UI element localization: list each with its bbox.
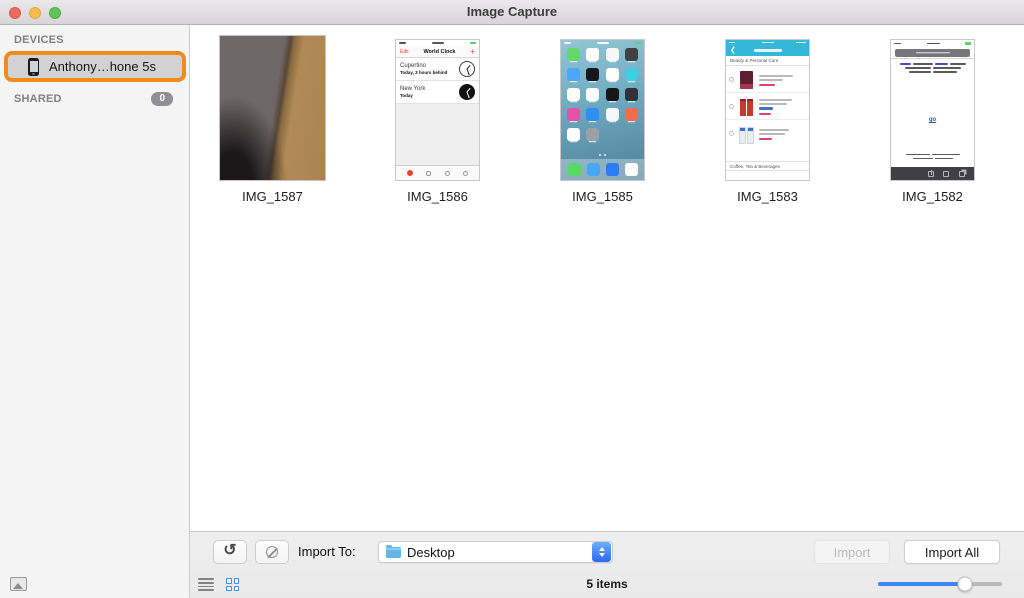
status-bar: 5 items	[190, 571, 1024, 598]
thumbnail-image-home-screen-screenshot[interactable]	[560, 39, 645, 181]
thumbnail-image-safari-screenshot[interactable]: go	[890, 39, 975, 181]
mini-status-bar	[891, 40, 974, 47]
sidebar: DEVICES Anthony…hone 5s SHARED 0	[0, 25, 190, 598]
items-count: 5 items	[586, 577, 628, 591]
mini-dock	[561, 159, 644, 180]
thumbnail-label: IMG_1587	[242, 189, 303, 204]
analog-clock-icon	[459, 61, 475, 77]
device-info-photo-icon[interactable]	[10, 577, 27, 591]
thumbnail-item[interactable]: IMG_1587	[190, 25, 355, 204]
mini-product-row	[726, 93, 809, 120]
slider-fill	[878, 582, 965, 586]
delete-button[interactable]	[255, 540, 289, 564]
select-stepper-icon	[592, 542, 611, 562]
minimize-button[interactable]	[29, 7, 41, 19]
title-bar: Image Capture	[0, 0, 1024, 25]
thumbnail-grid: IMG_1587 Edit World Clock + Cupertino To…	[190, 25, 1015, 204]
bottom-toolbar: ↺ Import To: Desktop Import Import All 5…	[190, 531, 1024, 598]
shared-count-badge: 0	[151, 92, 173, 106]
mini-section-header: Beauty & Personal Care	[726, 56, 809, 66]
shared-section-header[interactable]: SHARED 0	[14, 91, 173, 107]
analog-clock-icon	[459, 84, 475, 100]
mini-nav-bar: ❮	[726, 40, 809, 56]
prohibited-icon	[266, 546, 278, 558]
window-title: Image Capture	[466, 4, 558, 19]
folder-icon	[386, 544, 401, 558]
mini-product-row	[726, 66, 809, 93]
device-row-iphone[interactable]: Anthony…hone 5s	[4, 51, 186, 82]
shared-label: SHARED	[14, 93, 62, 105]
mini-product-row	[726, 120, 809, 147]
thumbnail-item[interactable]: Edit World Clock + Cupertino Today, 3 ho…	[355, 25, 520, 204]
main-content: IMG_1587 Edit World Clock + Cupertino To…	[190, 25, 1024, 598]
mini-section-header: Coffee, Tea & Beverages	[726, 161, 809, 171]
zoom-window-button[interactable]	[49, 7, 61, 19]
close-button[interactable]	[9, 7, 21, 19]
mini-clock-row: New York Today	[396, 81, 479, 104]
thumbnail-label: IMG_1586	[407, 189, 468, 204]
mini-go-link: go	[928, 117, 937, 123]
thumbnail-item[interactable]: ❮ Beauty & Personal Care Coffee, Tea & B…	[685, 25, 850, 204]
rotate-icon: ↺	[223, 542, 237, 559]
thumbnail-label: IMG_1583	[737, 189, 798, 204]
destination-value: Desktop	[407, 544, 455, 560]
thumbnail-label: IMG_1582	[902, 189, 963, 204]
thumbnail-label: IMG_1585	[572, 189, 633, 204]
rotate-button[interactable]: ↺	[213, 540, 247, 564]
import-all-button[interactable]: Import All	[904, 540, 1000, 564]
thumbnail-image-shopping-app-screenshot[interactable]: ❮ Beauty & Personal Care Coffee, Tea & B…	[725, 39, 810, 181]
mini-clock-row: Cupertino Today, 3 hours behind	[396, 58, 479, 81]
image-capture-window: Image Capture DEVICES Anthony…hone 5s SH…	[0, 0, 1024, 598]
import-destination-select[interactable]: Desktop	[378, 541, 613, 563]
page-dots	[561, 154, 644, 156]
list-view-icon[interactable]	[196, 576, 216, 593]
import-button[interactable]: Import	[814, 540, 890, 564]
import-to-label: Import To:	[298, 544, 356, 559]
window-controls	[9, 7, 61, 19]
mini-nav-bar: Edit World Clock +	[396, 46, 479, 58]
thumbnail-image-world-clock-screenshot[interactable]: Edit World Clock + Cupertino Today, 3 ho…	[395, 39, 480, 181]
thumbnail-item[interactable]: IMG_1585	[520, 25, 685, 204]
view-toggles	[196, 576, 241, 593]
mini-tab-bar	[396, 165, 479, 180]
thumbnail-image-carpet-wood-photo[interactable]	[219, 35, 326, 181]
thumbnail-item[interactable]: go IMG_1582	[850, 25, 1015, 204]
iphone-icon	[28, 57, 39, 76]
mini-browser-toolbar	[891, 167, 974, 180]
slider-thumb[interactable]	[957, 576, 973, 592]
app-icon-grid	[561, 46, 644, 141]
thumbnail-zoom-slider[interactable]	[878, 576, 1002, 592]
device-name: Anthony…hone 5s	[49, 59, 156, 74]
mini-page-body: go	[891, 59, 974, 167]
mini-url-bar	[891, 47, 974, 59]
grid-view-icon[interactable]	[224, 576, 241, 593]
devices-section-header: DEVICES	[14, 34, 64, 46]
